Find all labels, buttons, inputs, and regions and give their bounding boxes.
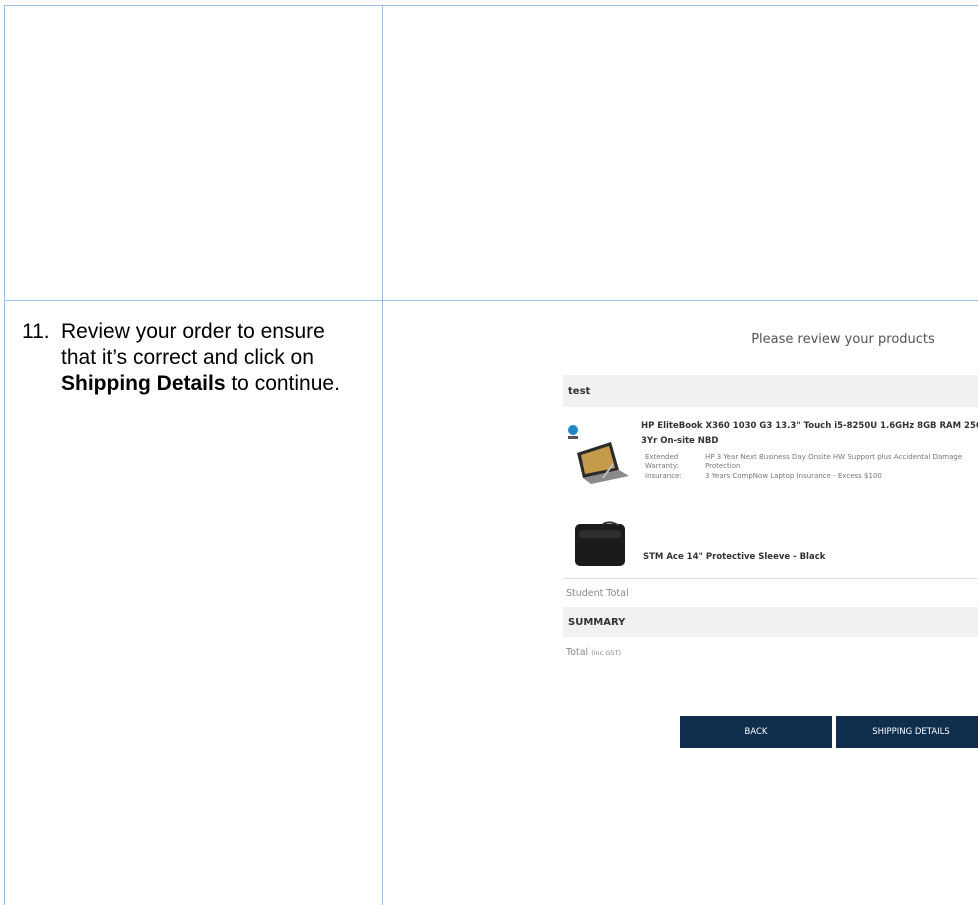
laptop-icon — [568, 425, 629, 484]
order-review-screenshot: Please review your products test HP Elit… — [563, 300, 978, 905]
step-bold-button-name: Shipping Details — [61, 372, 226, 395]
insurance-value: 3 Years CompNow Laptop Insurance - Exces… — [705, 472, 882, 480]
back-button[interactable]: BACK — [680, 716, 832, 748]
total-text: Total — [566, 647, 589, 658]
divider — [563, 578, 978, 579]
extended-warranty-value-1: HP 3 Year Next Business Day Onsite HW Su… — [705, 453, 963, 461]
summary-label: SUMMARY — [568, 617, 626, 628]
summary-header: SUMMARY — [563, 607, 978, 637]
group-header: test — [563, 375, 978, 407]
sleeve-product-image — [563, 510, 633, 580]
laptop-product-image — [563, 420, 633, 490]
table-border-top — [4, 5, 978, 6]
shipping-details-button[interactable]: SHIPPING DETAILS — [836, 716, 978, 748]
product-name-sleeve: STM Ace 14" Protective Sleeve - Black — [643, 552, 826, 562]
table-column-divider — [382, 5, 383, 905]
sleeve-icon — [575, 521, 625, 566]
insurance-label: Insurance: — [645, 472, 682, 480]
student-total-label: Student Total — [566, 588, 629, 599]
total-gst-note: (inc GST) — [591, 649, 621, 657]
extended-warranty-value-2: Protection — [705, 462, 741, 470]
extended-warranty-label-1: Extended — [645, 453, 679, 461]
review-heading: Please review your products — [751, 332, 935, 347]
group-name: test — [568, 386, 591, 397]
extended-warranty-label-2: Warranty: — [645, 462, 679, 470]
step-text-before: Review your order to ensure that it’s co… — [61, 320, 325, 369]
total-label: Total (inc GST) — [566, 647, 621, 658]
product-name-line1: HP EliteBook X360 1030 G3 13.3" Touch i5… — [641, 421, 978, 431]
step-number: 11. — [22, 320, 50, 343]
table-border-left — [4, 5, 5, 905]
step-text-after: to continue. — [225, 372, 340, 395]
step-text: Review your order to ensure that it’s co… — [61, 319, 361, 397]
product-name-line2: 3Yr On-site NBD — [641, 436, 719, 446]
